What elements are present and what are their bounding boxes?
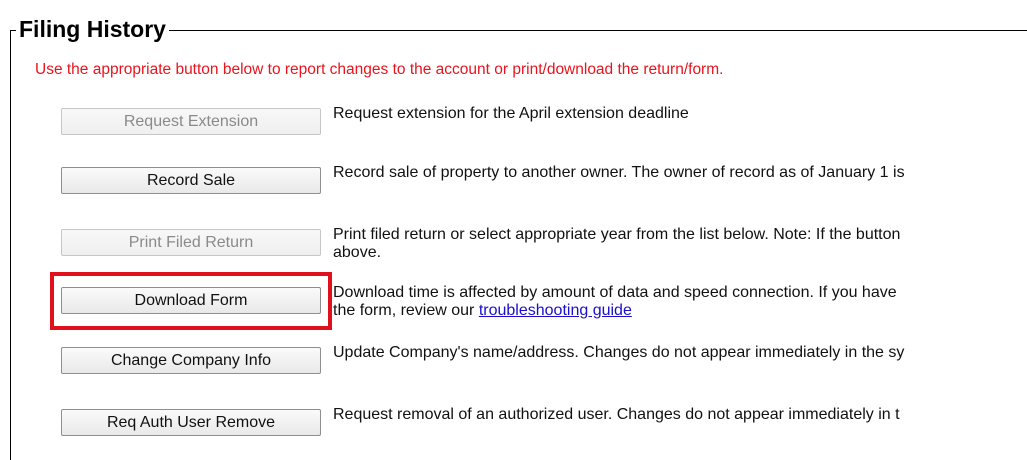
request-extension-description: Request extension for the April extensio… <box>333 105 689 123</box>
description-line: Record sale of property to another owner… <box>333 164 905 181</box>
instructions-text: Use the appropriate button below to repo… <box>35 61 724 78</box>
description-line: above. <box>333 244 382 261</box>
change-company-info-button[interactable]: Change Company Info <box>61 347 321 374</box>
print-filed-return-description: Print filed return or select appropriate… <box>333 226 900 262</box>
req-auth-user-remove-button[interactable]: Req Auth User Remove <box>61 409 321 436</box>
description-line-prefix: the form, review our <box>333 302 479 319</box>
description-line: Print filed return or select appropriate… <box>333 226 901 243</box>
print-filed-return-button[interactable]: Print Filed Return <box>61 229 321 256</box>
description-line: Download time is affected by amount of d… <box>333 284 897 301</box>
troubleshooting-guide-link[interactable]: troubleshooting guide <box>479 302 632 319</box>
download-form-highlight <box>50 272 332 330</box>
req-auth-user-remove-description: Request removal of an authorized user. C… <box>333 406 900 424</box>
record-sale-description: Record sale of property to another owner… <box>333 164 905 182</box>
description-line: Request removal of an authorized user. C… <box>333 406 900 423</box>
description-line: the form, review our troubleshooting gui… <box>333 302 897 320</box>
download-form-description: Download time is affected by amount of d… <box>333 284 897 320</box>
description-line: Update Company's name/address. Changes d… <box>333 344 905 361</box>
section-title: Filing History <box>16 14 169 44</box>
change-company-info-description: Update Company's name/address. Changes d… <box>333 344 904 362</box>
request-extension-button[interactable]: Request Extension <box>61 108 321 135</box>
description-line: Request extension for the April extensio… <box>333 105 689 122</box>
record-sale-button[interactable]: Record Sale <box>61 167 321 194</box>
